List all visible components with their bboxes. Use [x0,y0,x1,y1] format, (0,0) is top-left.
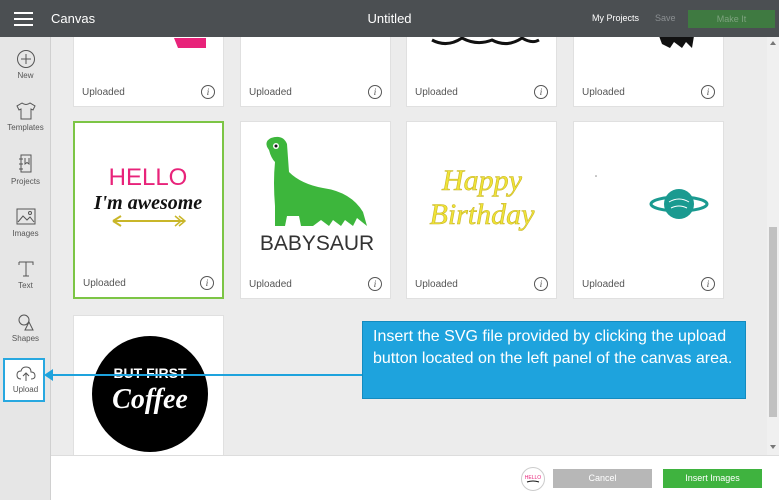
art-text-hello: HELLO [109,164,188,191]
sidebar-item-shapes[interactable]: Shapes [0,312,51,343]
art-text-coffee: Coffee [112,384,188,415]
selected-image-thumbnail: HELLO [521,467,545,491]
card-label: Uploaded [582,87,625,98]
sidebar-item-new[interactable]: New [0,49,51,80]
info-icon[interactable]: i [701,277,715,291]
card-image [407,37,556,82]
art-text-but-first: BUT FIRST [113,365,187,381]
art-text-birthday: Birthday [430,198,536,231]
gallery-card-selected[interactable]: HELLO I'm awesome Uploaded i [73,121,224,299]
info-icon[interactable]: i [701,85,715,99]
info-icon[interactable]: i [534,277,548,291]
info-icon[interactable]: i [200,276,214,290]
card-label: Uploaded [415,87,458,98]
thumb-text-hello: HELLO [525,475,542,481]
plus-circle-icon [16,50,35,68]
sidebar-item-label: Images [12,229,39,238]
gallery-card[interactable]: Uploaded i [573,121,724,299]
info-icon[interactable]: i [201,85,215,99]
art-text-awesome: I'm awesome [93,192,202,214]
scrollbar-thumb[interactable] [769,227,777,417]
my-projects-link[interactable]: My Projects [592,13,639,23]
card-image [241,37,390,82]
sidebar-item-label: New [17,71,34,80]
image-icon [16,208,35,225]
projects-icon [18,154,31,173]
gallery-card[interactable]: Uploaded i [73,37,224,107]
art-text-happy: Happy [441,164,523,197]
card-image [574,37,723,82]
card-image [74,37,223,82]
card-label: Uploaded [83,278,126,289]
info-icon[interactable]: i [368,85,382,99]
card-image: BABYSAUR [241,122,390,272]
scroll-down-arrow-icon[interactable] [770,445,776,449]
scroll-up-arrow-icon[interactable] [770,41,776,45]
info-icon[interactable]: i [534,85,548,99]
card-footer: Uploaded i [241,80,390,106]
card-label: Uploaded [82,87,125,98]
bottom-action-bar: HELLO Cancel Insert Images [51,455,779,500]
sidebar-item-label: Projects [11,177,40,186]
card-footer: Uploaded i [74,80,223,106]
gallery-card[interactable]: Uploaded i [406,37,557,107]
sidebar-item-images[interactable]: Images [0,207,51,238]
left-sidebar: New Templates Projects Images Text Shape… [0,37,51,500]
card-label: Uploaded [249,87,292,98]
document-title[interactable]: Untitled [367,11,411,26]
gallery-card[interactable]: Uploaded i [573,37,724,107]
card-image [574,122,723,272]
callout-arrow-head-icon [44,369,53,381]
callout-arrow-line [48,374,364,376]
insert-images-button[interactable]: Insert Images [663,469,762,488]
sidebar-item-text[interactable]: Text [0,259,51,290]
top-bar: Canvas Untitled My Projects Save Make It [0,0,779,37]
card-footer: Uploaded i [241,272,390,298]
gallery-card[interactable]: Happy Birthday Uploaded i [406,121,557,299]
card-image: HELLO I'm awesome [75,123,222,273]
card-label: Uploaded [249,279,292,290]
tshirt-icon [15,102,36,120]
vertical-scrollbar[interactable] [767,37,779,455]
card-footer: Uploaded i [574,272,723,298]
instruction-callout: Insert the SVG file provided by clicking… [362,321,746,399]
card-image: Happy Birthday [407,122,556,272]
upload-icon [15,366,36,381]
gallery-card[interactable]: BUT FIRST Coffee [73,315,224,455]
sidebar-item-templates[interactable]: Templates [0,101,51,132]
cancel-button[interactable]: Cancel [553,469,652,488]
sidebar-item-label: Shapes [11,334,40,343]
shapes-icon [18,314,34,331]
card-footer: Uploaded i [407,272,556,298]
save-button[interactable]: Save [655,13,676,23]
sidebar-item-projects[interactable]: Projects [0,153,51,186]
gallery-card[interactable]: BABYSAUR Uploaded i [240,121,391,299]
gallery-card[interactable]: Uploaded i [240,37,391,107]
card-footer: Uploaded i [407,80,556,106]
make-it-button[interactable]: Make It [688,10,775,28]
card-label: Uploaded [582,279,625,290]
text-icon [18,261,33,277]
card-image: BUT FIRST Coffee [74,316,223,455]
card-footer: Uploaded i [75,271,222,297]
art-text-babysaur: BABYSAUR [260,232,374,255]
sidebar-item-label: Text [18,281,33,290]
sidebar-item-label: Upload [12,385,39,394]
card-label: Uploaded [415,279,458,290]
sidebar-item-label: Templates [7,123,44,132]
card-footer: Uploaded i [574,80,723,106]
info-icon[interactable]: i [368,277,382,291]
